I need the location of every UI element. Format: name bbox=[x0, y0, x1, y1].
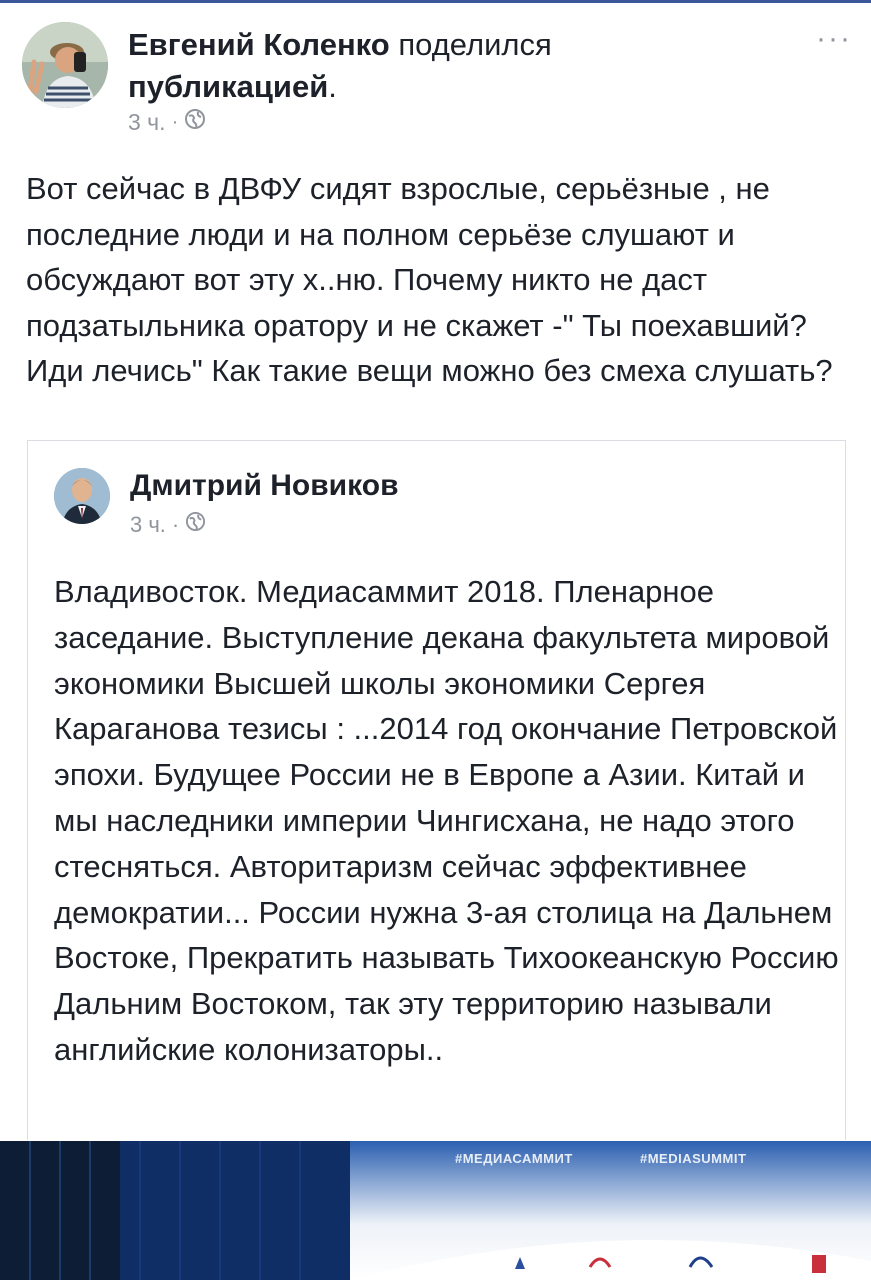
shared-author-name[interactable]: Дмитрий Новиков bbox=[130, 469, 399, 503]
post-body: Вот сейчас в ДВФУ сидят взрослые, серьёз… bbox=[26, 171, 833, 388]
more-dots-icon[interactable]: ··· bbox=[816, 22, 852, 56]
post-photo[interactable]: #МЕДИАСАММИТ #MEDIASUMMIT bbox=[0, 1141, 871, 1280]
post-time[interactable]: 3 ч. bbox=[128, 109, 166, 136]
top-divider bbox=[0, 0, 871, 3]
shared-post-card[interactable]: Дмитрий Новиков 3 ч. · Владивосток. Меди… bbox=[27, 440, 846, 1140]
publication-link[interactable]: публикацией bbox=[128, 69, 328, 104]
meta-separator: · bbox=[171, 110, 179, 133]
title-period: . bbox=[328, 69, 337, 104]
shared-post-body: Владивосток. Медиасаммит 2018. Пленарное… bbox=[54, 574, 839, 1067]
shared-post-time[interactable]: 3 ч. bbox=[130, 512, 166, 538]
post-title: Евгений Коленко поделился публикацией. bbox=[128, 24, 768, 108]
shared-post-meta: 3 ч. · bbox=[130, 511, 206, 538]
globe-icon bbox=[185, 511, 206, 538]
author-name[interactable]: Евгений Коленко bbox=[128, 27, 390, 62]
author-avatar[interactable] bbox=[22, 22, 108, 108]
hashtag-ru: #МЕДИАСАММИТ bbox=[455, 1151, 573, 1166]
shared-action: поделился bbox=[398, 27, 552, 62]
hashtag-en: #MEDIASUMMIT bbox=[640, 1151, 747, 1166]
shared-meta-separator: · bbox=[171, 511, 180, 537]
post-header: Евгений Коленко поделился публикацией. 3… bbox=[22, 22, 852, 142]
globe-icon bbox=[184, 108, 206, 136]
shared-author-avatar[interactable] bbox=[54, 468, 110, 524]
post-meta: 3 ч. · bbox=[128, 108, 206, 136]
